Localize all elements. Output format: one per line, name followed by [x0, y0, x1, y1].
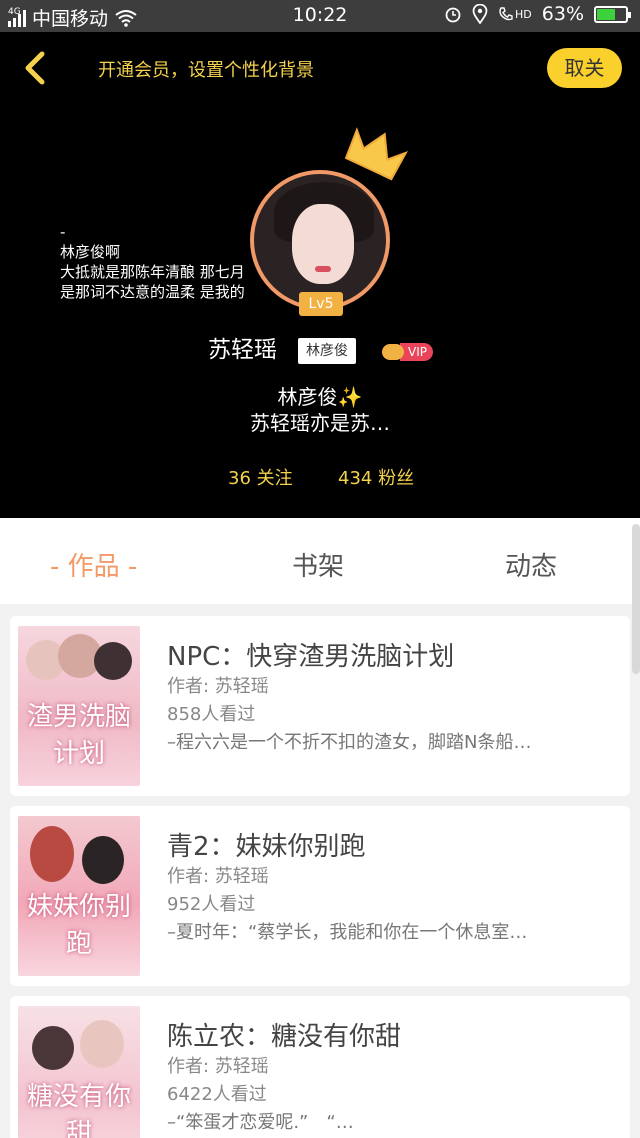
background-lyrics: - 林彦俊啊 大抵就是那陈年清酿 那七月 是那词不达意的温柔 是我的	[60, 222, 270, 302]
battery-fill	[597, 8, 615, 20]
book-title: 青2：妹妹你别跑	[167, 832, 366, 862]
vip-crown-icon	[382, 344, 404, 360]
book-card[interactable]: 糖没有你甜 陈立农：糖没有你甜 作者: 苏轻瑶 6422人看过 –“笨蛋才恋爱呢…	[10, 996, 630, 1138]
lyric-line: 是那词不达意的温柔 是我的	[60, 283, 245, 301]
book-card[interactable]: 妹妹你别跑 青2：妹妹你别跑 作者: 苏轻瑶 952人看过 –夏时年：“蔡学长，…	[10, 806, 630, 986]
battery-percent: 63%	[541, 3, 584, 25]
alarm-icon	[445, 7, 461, 23]
tab-moments[interactable]: 动态	[505, 546, 557, 583]
book-cover: 妹妹你别跑	[18, 816, 140, 976]
book-views: 6422人看过	[167, 1084, 267, 1105]
location-icon	[472, 4, 488, 24]
book-cover: 糖没有你甜	[18, 1006, 140, 1138]
book-views: 952人看过	[167, 894, 256, 915]
back-arrow-icon[interactable]	[16, 48, 56, 88]
book-title: 陈立农：糖没有你甜	[167, 1022, 402, 1052]
scrollbar[interactable]	[632, 524, 640, 674]
hd-label: HD	[515, 7, 532, 21]
book-cover: 渣男洗脑计划	[18, 626, 140, 786]
profile-header: 开通会员，设置个性化背景 取关 - 林彦俊啊 大抵就是那陈年清酿 那七月 是那词…	[0, 32, 640, 518]
book-excerpt: –程六六是一个不折不扣的渣女，脚踏N条船…	[167, 732, 532, 753]
book-card[interactable]: 渣男洗脑计划 NPC：快穿渣男洗脑计划 作者: 苏轻瑶 858人看过 –程六六是…	[10, 616, 630, 796]
tab-works[interactable]: - 作品 -	[50, 546, 137, 583]
signature-line-1: 林彦俊✨	[277, 385, 363, 409]
lyric-line: 大抵就是那陈年清酿 那七月	[60, 263, 245, 281]
book-author: 作者: 苏轻瑶	[167, 866, 269, 887]
battery-icon	[594, 5, 631, 23]
cover-title: 妹妹你别跑	[26, 892, 131, 959]
tab-bookshelf[interactable]: 书架	[292, 546, 344, 583]
profile-tabs: - 作品 - 书架 动态	[0, 518, 640, 604]
book-author: 作者: 苏轻瑶	[167, 676, 269, 697]
cover-title: 糖没有你甜	[26, 1082, 131, 1138]
book-excerpt: –“笨蛋才恋爱呢.” “…	[167, 1112, 354, 1133]
status-right: HD 63%	[444, 3, 631, 25]
vip-label: VIP	[400, 343, 433, 361]
name-tag: 林彦俊	[298, 338, 356, 364]
book-author: 作者: 苏轻瑶	[167, 1056, 269, 1077]
level-badge: Lv5	[299, 292, 343, 316]
vip-badge: VIP	[382, 342, 433, 362]
crown-icon	[344, 127, 408, 181]
vip-background-promo[interactable]: 开通会员，设置个性化背景	[98, 56, 314, 82]
fans-count[interactable]: 434 粉丝	[338, 464, 414, 490]
book-excerpt: –夏时年：“蔡学长，我能和你在一个休息室…	[167, 922, 528, 943]
book-views: 858人看过	[167, 704, 256, 725]
avatar[interactable]	[250, 170, 390, 310]
signature-line-2: 苏轻瑶亦是苏…	[250, 411, 390, 435]
lyric-line: 林彦俊啊	[60, 243, 121, 261]
lyric-line: -	[60, 223, 66, 241]
cover-title: 渣男洗脑计划	[26, 702, 131, 769]
following-count[interactable]: 36 关注	[228, 464, 293, 490]
status-bar: 4G 中国移动 10:22 HD 63%	[0, 0, 640, 32]
unfollow-button[interactable]: 取关	[547, 48, 622, 88]
book-title: NPC：快穿渣男洗脑计划	[167, 642, 455, 672]
hd-call-icon: HD	[498, 6, 532, 22]
username: 苏轻瑶	[208, 337, 277, 363]
